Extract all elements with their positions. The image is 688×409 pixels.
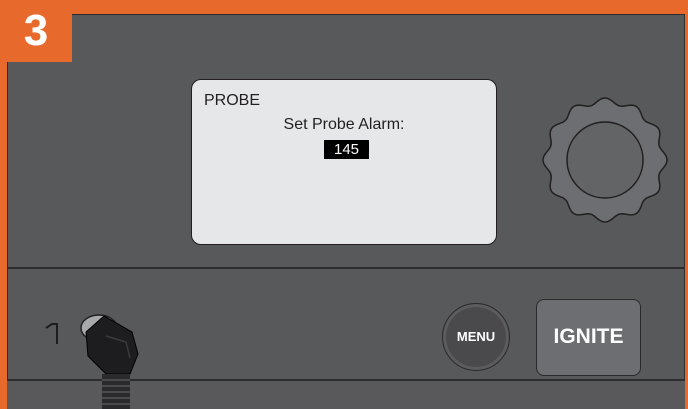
display-prompt: Set Probe Alarm:: [283, 116, 405, 133]
probe-alarm-value: 145: [324, 140, 369, 159]
step-number-badge: 3: [0, 0, 72, 62]
menu-button[interactable]: MENU: [442, 303, 510, 371]
probe-port-icon: [45, 323, 58, 344]
display-mode-label: PROBE: [204, 92, 261, 109]
ignite-button[interactable]: IGNITE: [536, 299, 641, 376]
knob-face: [566, 121, 644, 199]
lcd-display: PROBE Set Probe Alarm: 145: [191, 79, 497, 245]
probe-plug-icon: [80, 314, 139, 409]
control-knob-icon[interactable]: [540, 95, 670, 225]
controller-illustration: 3 PROBE Set Probe Alarm: 145 MENU IGNITE: [0, 0, 688, 409]
